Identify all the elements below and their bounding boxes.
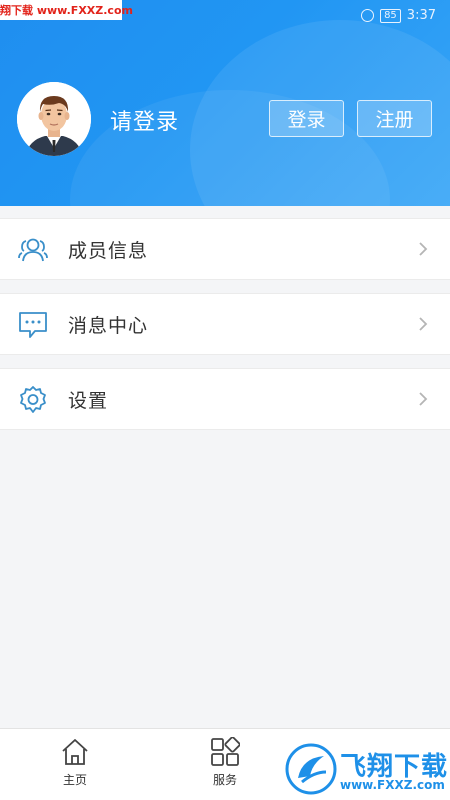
menu-item-label: 成员信息 — [68, 239, 149, 262]
watermark-top: 飞翔下载 www.FXXZ.com — [0, 0, 133, 20]
status-bar: 飞翔下载 www.FXXZ.com 85 3:37 — [0, 0, 450, 30]
grid-icon — [211, 737, 240, 766]
menu-item-members[interactable]: 成员信息 — [0, 218, 450, 280]
tab-services[interactable]: 服务 — [185, 737, 265, 788]
watermark-logo-icon — [285, 743, 337, 795]
chevron-right-icon — [419, 317, 428, 331]
tab-label: 主页 — [62, 773, 87, 787]
menu-item-settings[interactable]: 设置 — [0, 368, 450, 430]
people-icon — [18, 238, 48, 262]
menu-item-label: 设置 — [68, 389, 109, 412]
register-button[interactable]: 注册 — [357, 100, 432, 137]
profile-header: 飞翔下载 www.FXXZ.com 85 3:37 请登录 登录 注册 — [0, 0, 450, 206]
watermark-bottom: 飞翔下载 www.FXXZ.com — [282, 736, 450, 800]
status-time: 3:37 — [406, 8, 436, 23]
tab-label: 服务 — [212, 773, 237, 787]
home-icon — [62, 739, 88, 765]
login-button[interactable]: 登录 — [269, 100, 344, 137]
battery-level: 85 — [380, 8, 401, 23]
avatar-illustration — [17, 82, 91, 156]
tab-home[interactable]: 主页 — [35, 737, 115, 788]
login-prompt[interactable]: 请登录 — [110, 104, 179, 136]
menu-item-label: 消息中心 — [68, 314, 149, 337]
menu-item-messages[interactable]: 消息中心 — [0, 293, 450, 355]
avatar[interactable] — [17, 82, 91, 156]
chevron-right-icon — [419, 392, 428, 406]
status-indicators: 85 3:37 — [361, 8, 436, 23]
message-icon — [19, 312, 47, 338]
chevron-right-icon — [419, 242, 428, 256]
watermark-url: www.FXXZ.com — [340, 778, 445, 792]
gear-icon — [20, 386, 46, 413]
alarm-icon — [361, 9, 375, 22]
